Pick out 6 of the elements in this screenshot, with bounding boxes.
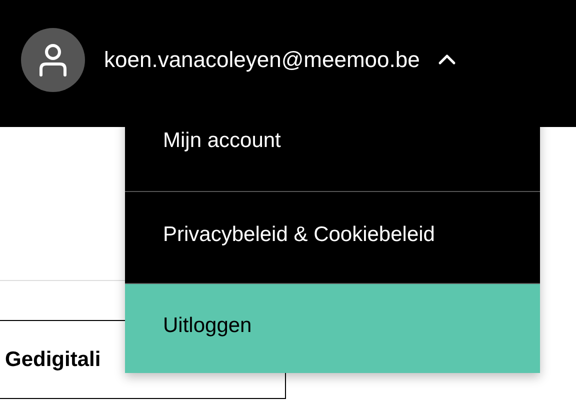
card-title: Gedigitali	[5, 348, 101, 372]
menu-item[interactable]: Uitloggen	[125, 283, 540, 373]
chevron-icon[interactable]	[438, 54, 456, 65]
menu-item[interactable]: Privacybeleid & Cookiebeleid	[125, 191, 540, 283]
menu-item[interactable]: Mijn account	[125, 97, 540, 191]
user-email[interactable]: koen.vanacoleyen@meemoo.be	[104, 46, 420, 72]
